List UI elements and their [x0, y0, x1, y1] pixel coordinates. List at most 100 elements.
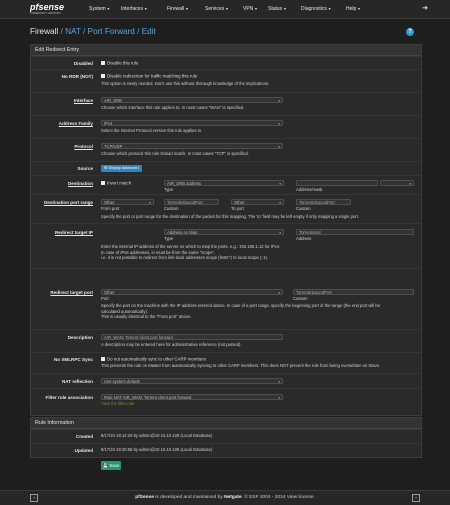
- menu-firewall[interactable]: Firewall▼: [167, 6, 189, 12]
- pfsense-logo[interactable]: pfsense COMMUNITY EDITION: [30, 3, 64, 16]
- footer-text-1: is developed and maintained by: [153, 495, 225, 500]
- breadcrumb-separator: /: [137, 27, 140, 36]
- redirect-ip-address-input[interactable]: TorrentHost: [296, 229, 414, 235]
- nat-reflection-select[interactable]: Use system default ▾: [101, 378, 283, 384]
- row-source: Source ⚙ Display Advanced: [31, 161, 421, 175]
- display-advanced-button[interactable]: ⚙ Display Advanced: [101, 165, 142, 172]
- no-rdr-label: No RDR (NOT): [61, 74, 93, 79]
- protocol-select[interactable]: TCP/UDP ▾: [101, 143, 283, 149]
- destination-address-input[interactable]: [296, 180, 378, 186]
- redirect-custom-caption: Custom: [293, 296, 308, 301]
- redirect-ip-type-value: Address or Alias: [167, 230, 198, 235]
- menu-system[interactable]: System▼: [89, 6, 110, 12]
- footer-text-2: . © ESF 2004 - 2024: [241, 495, 287, 500]
- breadcrumb: Firewall / NAT / Port Forward / Edit: [30, 27, 156, 36]
- dest-to-port-select[interactable]: Other ▾: [231, 199, 284, 205]
- menu-status[interactable]: Status▼: [268, 6, 287, 12]
- no-xmlrpc-checkbox-wrap[interactable]: Do not automatically sync to other CARP …: [101, 356, 206, 361]
- panel-title: Rule Information: [31, 418, 421, 429]
- collapse-icon[interactable]: +: [412, 494, 420, 502]
- interface-select[interactable]: AIR_SRB ▾: [101, 97, 283, 103]
- menu-label: Services: [205, 6, 225, 12]
- breadcrumb-nat[interactable]: NAT: [65, 27, 81, 36]
- interface-label: Interface: [73, 98, 93, 103]
- chevron-down-icon: ▾: [278, 145, 280, 149]
- destination-type-select[interactable]: AIR_SRB address ▾: [164, 180, 284, 186]
- invert-match-wrap[interactable]: Invert match: [101, 180, 131, 185]
- redirect-port-select[interactable]: Other ▾: [101, 289, 283, 295]
- dest-from-port-select[interactable]: Other ▾: [101, 199, 154, 205]
- breadcrumb-firewall: Firewall: [30, 27, 59, 36]
- redirect-type-caption: Type: [164, 236, 174, 241]
- sign-out-icon[interactable]: ➜: [422, 4, 428, 12]
- save-label: Save: [109, 463, 120, 468]
- address-family-help: Select the Internet Protocol version thi…: [101, 128, 203, 133]
- help-icon[interactable]: ?: [406, 28, 414, 36]
- chevron-down-icon: ▾: [278, 122, 280, 126]
- dest-to-custom-input[interactable]: TorrentInboundPort: [296, 199, 351, 205]
- chevron-down-icon: ▾: [279, 182, 281, 186]
- breadcrumb-port-forward[interactable]: Port Forward: [88, 27, 135, 36]
- interface-help: Choose which interface this rule applies…: [101, 105, 245, 110]
- menu-interfaces[interactable]: Interfaces▼: [121, 6, 147, 12]
- row-protocol: Protocol TCP/UDP ▾ Choose which protocol …: [31, 138, 421, 161]
- disabled-checkbox-text: Disable this rule: [107, 60, 139, 66]
- disabled-checkbox[interactable]: [101, 60, 105, 65]
- destination-mask-select[interactable]: ▾: [380, 180, 414, 186]
- view-filter-rule-link[interactable]: View the filter rule: [101, 401, 134, 406]
- menu-label: Help: [346, 6, 357, 12]
- menu-help[interactable]: Help▼: [346, 6, 361, 12]
- no-rdr-checkbox[interactable]: [101, 73, 105, 78]
- no-xmlrpc-label: No XMLRPC Sync: [53, 357, 93, 362]
- no-xmlrpc-checkbox[interactable]: [101, 356, 105, 361]
- rule-information-panel: Rule Information Created 8/17/24 18:14:2…: [30, 417, 422, 458]
- no-rdr-checkbox-wrap[interactable]: Disable redirection for traffic matching…: [101, 73, 197, 78]
- updated-value: 8/17/24 18:26:58 by admin@10.10.10.109 (…: [101, 446, 213, 452]
- row-no-rdr: No RDR (NOT) Disable redirection for tra…: [31, 69, 421, 92]
- edit-redirect-panel: Edit Redirect Entry Disabled Disable thi…: [30, 44, 422, 416]
- destination-port-label: Destination port range: [43, 200, 93, 205]
- address-family-value: IPv4: [104, 121, 113, 126]
- description-input[interactable]: AIR_WAN: Torrent client port forward: [101, 334, 283, 340]
- destination-type-value: AIR_SRB address: [167, 181, 201, 186]
- breadcrumb-edit[interactable]: Edit: [142, 27, 156, 36]
- caret-down-icon: ▼: [185, 7, 189, 11]
- protocol-label: Protocol: [74, 144, 93, 149]
- caret-down-icon: ▼: [225, 7, 229, 11]
- row-description: Description AIR_WAN: Torrent client port…: [31, 329, 421, 352]
- invert-match-checkbox[interactable]: [101, 180, 105, 185]
- dest-from-custom-input[interactable]: TorrentInboundPort: [164, 199, 219, 205]
- redirect-port-caption: Port: [101, 296, 109, 301]
- address-family-select[interactable]: IPv4 ▾: [101, 120, 283, 126]
- brand-name: pfsense: [30, 2, 65, 12]
- destination-label: Destination: [67, 181, 93, 186]
- redirect-ip-label: Redirect target IP: [54, 230, 93, 235]
- invert-match-text: Invert match: [107, 180, 132, 186]
- footer-license-link[interactable]: View license.: [287, 495, 315, 500]
- brand-subtitle: COMMUNITY EDITION: [30, 12, 61, 15]
- menu-vpn[interactable]: VPN▼: [243, 6, 258, 12]
- redirect-ip-type-select[interactable]: Address or Alias ▾: [164, 229, 284, 235]
- display-advanced-label: Display Advanced: [108, 166, 139, 170]
- disabled-checkbox-wrap[interactable]: Disable this rule: [101, 60, 138, 65]
- source-label: Source: [77, 166, 93, 171]
- custom-caption: Custom: [164, 206, 179, 211]
- menu-services[interactable]: Services▼: [205, 6, 229, 12]
- caret-down-icon: ▼: [254, 7, 258, 11]
- menu-diagnostics[interactable]: Diagnostics▼: [301, 6, 331, 12]
- dest-from-port-value: Other: [104, 200, 115, 205]
- footer-company[interactable]: Netgate: [224, 495, 242, 500]
- redirect-address-caption: Address: [296, 236, 312, 241]
- chevron-down-icon: ▾: [409, 182, 411, 186]
- save-button[interactable]: 💾 Save: [101, 461, 121, 470]
- chevron-down-icon: ▾: [278, 99, 280, 103]
- footer-text: pfSense is developed and maintained by N…: [0, 495, 450, 500]
- chevron-down-icon: ▾: [149, 201, 151, 205]
- caret-down-icon: ▼: [283, 7, 287, 11]
- interface-value: AIR_SRB: [104, 98, 122, 103]
- redirect-port-custom-input[interactable]: TorrentInboundPort: [293, 289, 414, 295]
- menu-label: VPN: [243, 6, 254, 12]
- filter-association-select[interactable]: Rule NAT AIR_WAN: Torrent client port fo…: [101, 394, 283, 400]
- top-navbar: pfsense COMMUNITY EDITION System▼ Interf…: [0, 0, 450, 19]
- from-port-caption: From port: [101, 206, 120, 211]
